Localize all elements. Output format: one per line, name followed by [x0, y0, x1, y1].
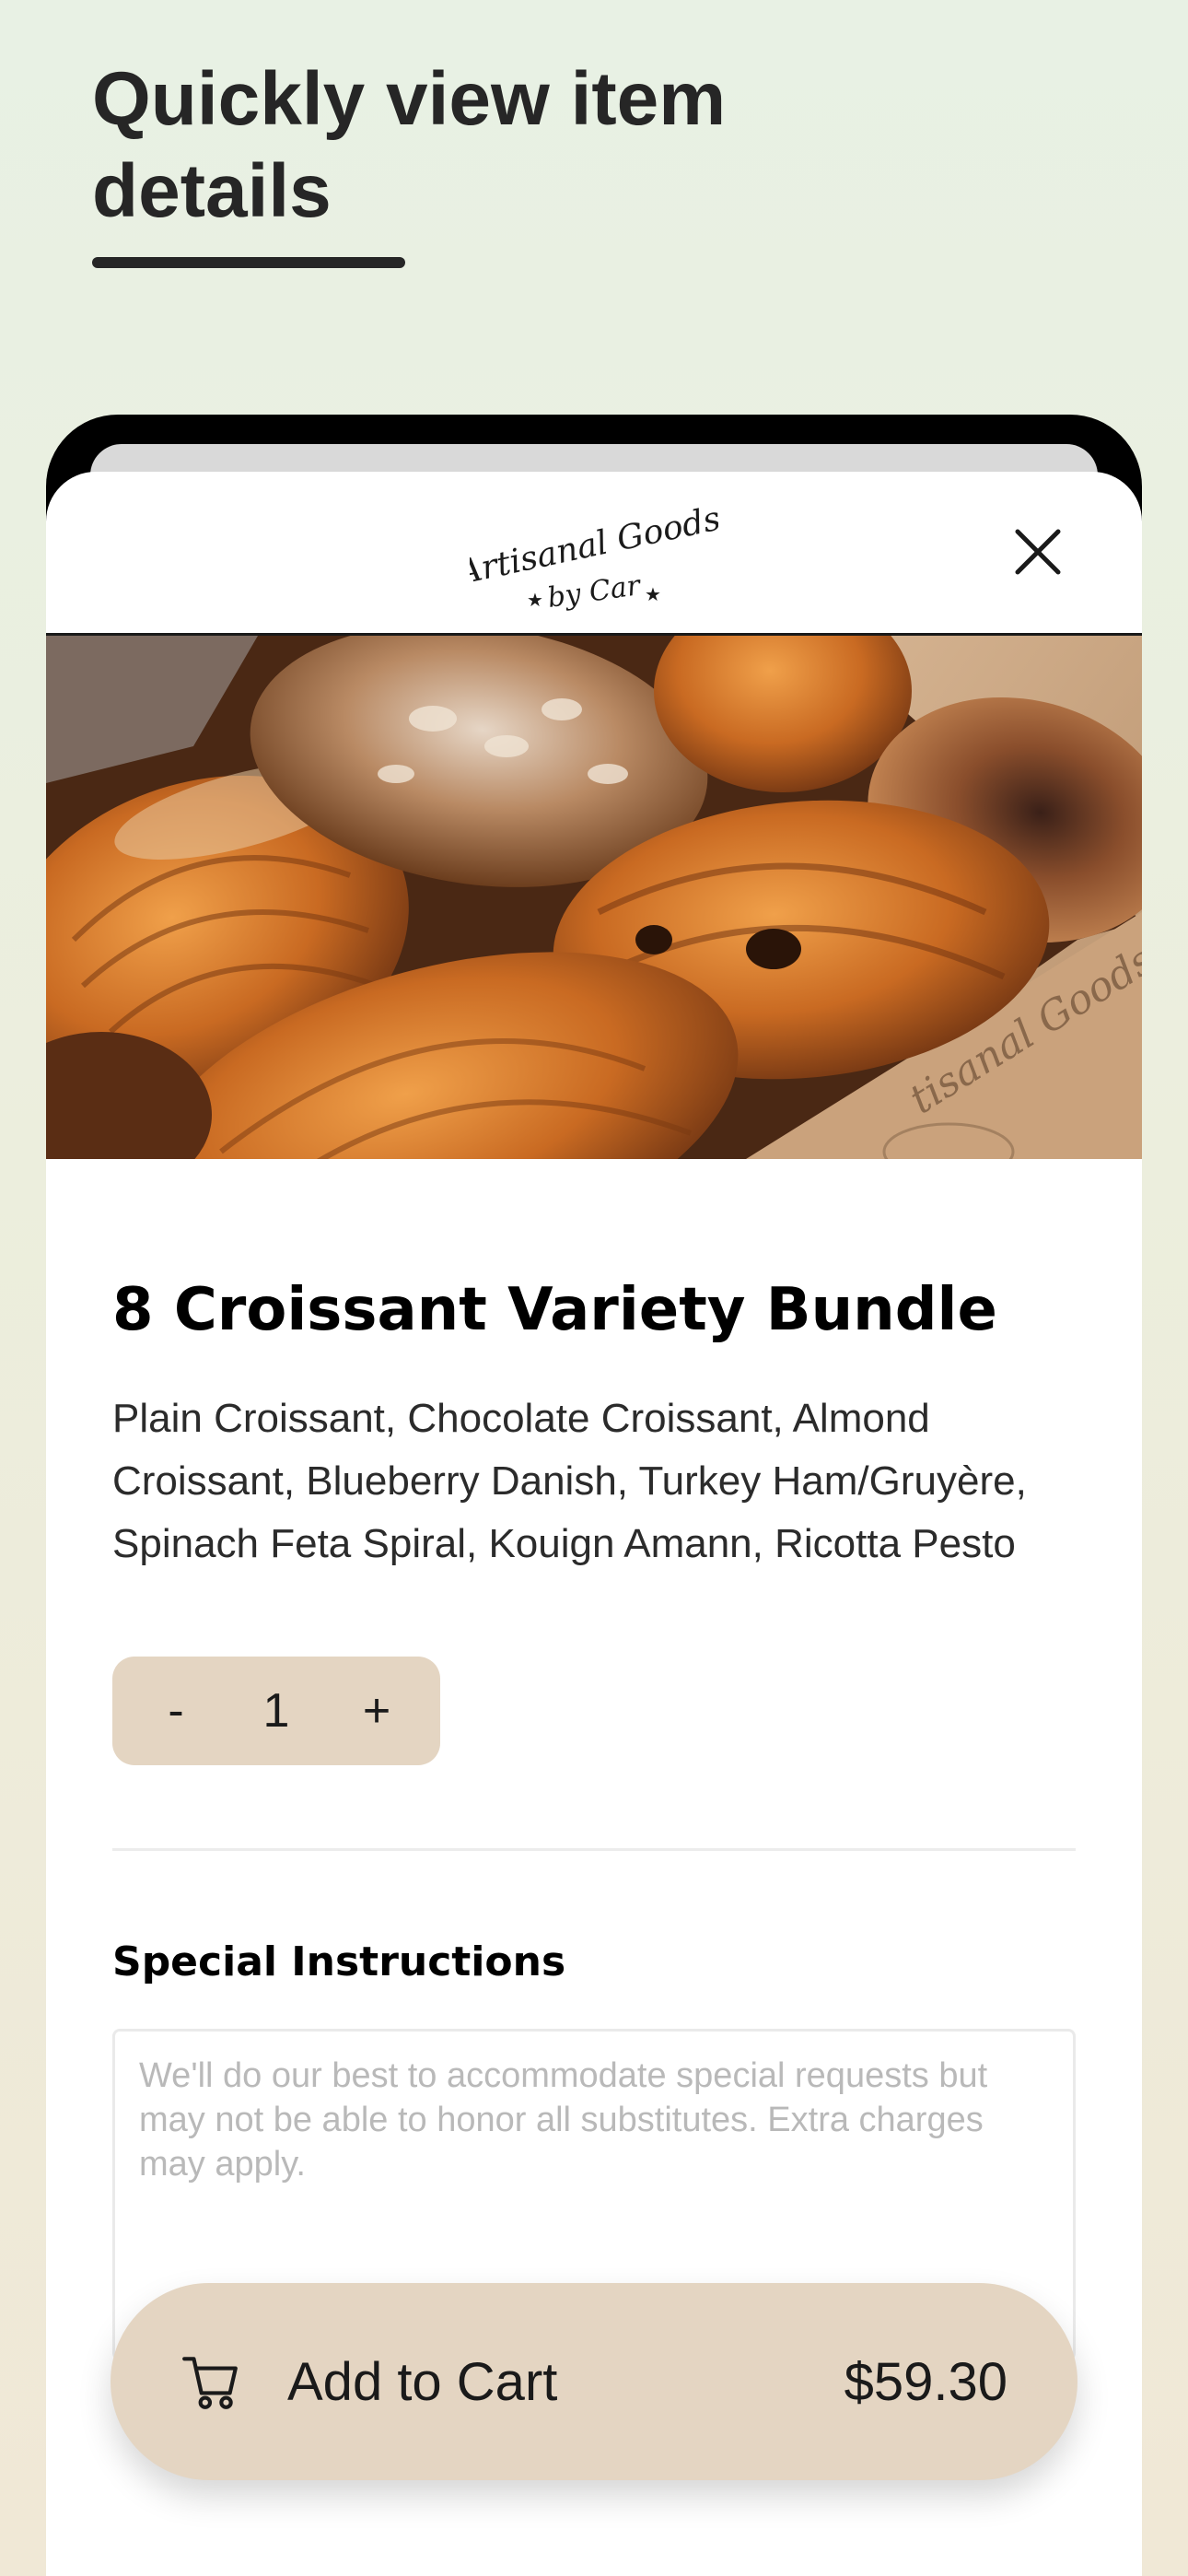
- star-right: ★: [645, 583, 661, 605]
- star-left: ★: [527, 589, 543, 611]
- special-instructions-label: Special Instructions: [112, 1938, 566, 1985]
- cart-icon: [182, 2357, 238, 2409]
- divider: [112, 1848, 1076, 1851]
- close-icon[interactable]: [1008, 522, 1067, 581]
- brand-logo: Artisanal Goods ★ by Car ★: [470, 500, 718, 615]
- add-to-cart-label: Add to Cart: [287, 2351, 558, 2412]
- increment-button[interactable]: +: [341, 1657, 413, 1765]
- product-description: Plain Croissant, Chocolate Croissant, Al…: [112, 1396, 1027, 1566]
- decrement-button[interactable]: -: [140, 1657, 212, 1765]
- quantity-value: 1: [262, 1684, 290, 1738]
- phone-frame: Artisanal Goods ★ by Car ★ tisanal Goods…: [46, 415, 1142, 2576]
- promo-headline: Quickly view item details: [92, 57, 727, 233]
- pastry-photo: tisanal Goods: [46, 636, 1142, 1159]
- brand-line-2: by Car: [545, 569, 643, 615]
- quantity-stepper: - 1 +: [112, 1657, 440, 1765]
- item-detail-sheet: Artisanal Goods ★ by Car ★ tisanal Goods…: [46, 472, 1142, 2576]
- add-to-cart-button[interactable]: Add to Cart $59.30: [111, 2283, 1077, 2480]
- product-title: 8 Croissant Variety Bundle: [112, 1276, 997, 1344]
- headline-underline: [92, 257, 405, 268]
- cart-price: $59.30: [844, 2351, 1007, 2412]
- product-image: tisanal Goods: [46, 636, 1142, 1159]
- sheet-header: Artisanal Goods ★ by Car ★: [46, 472, 1142, 636]
